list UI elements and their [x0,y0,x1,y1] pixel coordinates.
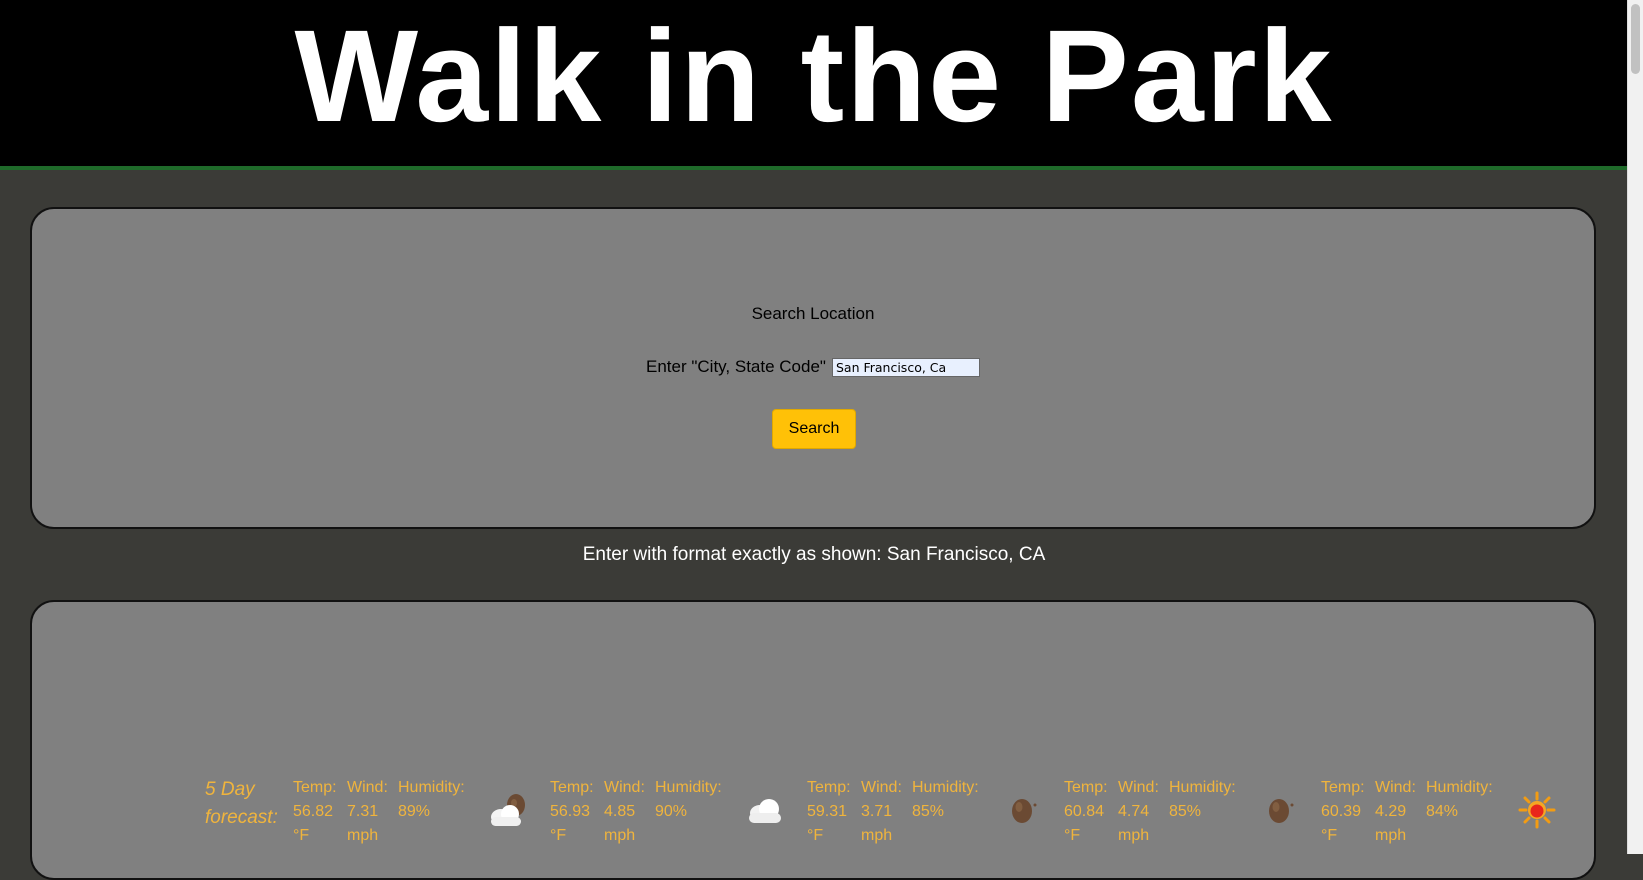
forecast-panel: 5 Day forecast: Temp: 56.82 °F Wind: 7.3… [30,600,1596,880]
temp-value: 59.31 °F [807,803,848,844]
scrollbar-thumb[interactable] [1631,4,1640,74]
wind-value: 4.74 mph [1118,803,1150,844]
humidity-key: Humidity: [655,779,722,796]
brown-orb-icon [1251,786,1309,834]
forecast-day: Temp: 59.31 °F Wind: 3.71 mph Humidity: … [807,776,1064,848]
temp-metric: Temp: 60.84 °F [1064,776,1108,848]
temp-key: Temp: [550,779,594,796]
brown-orb-icon [994,786,1052,834]
wind-value: 3.71 mph [861,803,893,844]
wind-metric: Wind: 4.29 mph [1375,776,1416,848]
temp-value: 56.82 °F [293,803,334,844]
humidity-key: Humidity: [398,779,465,796]
wind-value: 4.85 mph [604,803,636,844]
wind-value: 4.29 mph [1375,803,1407,844]
wind-metric: Wind: 4.85 mph [604,776,645,848]
humidity-metric: Humidity: 89% [398,776,470,824]
wind-key: Wind: [1118,779,1159,796]
wind-metric: Wind: 7.31 mph [347,776,388,848]
city-input-label: Enter "City, State Code" [646,357,826,376]
temp-metric: Temp: 56.93 °F [550,776,594,848]
temp-metric: Temp: 59.31 °F [807,776,851,848]
humidity-value: 85% [912,803,945,820]
wind-metric: Wind: 4.74 mph [1118,776,1159,848]
temp-value: 56.93 °F [550,803,591,844]
search-row: Enter "City, State Code" [32,357,1594,377]
city-input[interactable] [831,357,980,377]
temp-key: Temp: [1064,779,1108,796]
site-title: Walk in the Park [294,1,1334,149]
search-button[interactable]: Search [772,409,856,449]
humidity-key: Humidity: [912,779,979,796]
humidity-value: 84% [1426,803,1459,820]
forecast-row: 5 Day forecast: Temp: 56.82 °F Wind: 7.3… [205,776,1578,848]
humidity-value: 85% [1169,803,1202,820]
humidity-key: Humidity: [1169,779,1236,796]
temp-metric: Temp: 56.82 °F [293,776,337,848]
cloud-icon [737,786,795,834]
humidity-metric: Humidity: 90% [655,776,727,824]
forecast-day: Temp: 60.39 °F Wind: 4.29 mph Humidity: … [1321,776,1578,848]
wind-key: Wind: [1375,779,1416,796]
wind-metric: Wind: 3.71 mph [861,776,902,848]
temp-key: Temp: [1321,779,1365,796]
forecast-day: Temp: 60.84 °F Wind: 4.74 mph Humidity: … [1064,776,1321,848]
page: Walk in the Park Search Location Enter "… [0,0,1628,880]
forecast-day: Temp: 56.82 °F Wind: 7.31 mph Humidity: … [293,776,550,848]
humidity-value: 90% [655,803,688,820]
temp-value: 60.84 °F [1064,803,1105,844]
humidity-value: 89% [398,803,431,820]
humidity-key: Humidity: [1426,779,1493,796]
page-scrollbar[interactable] [1627,0,1643,854]
search-title: Search Location [751,304,875,323]
format-hint: Enter with format exactly as shown: San … [582,544,1046,565]
search-panel: Search Location Enter "City, State Code"… [30,207,1596,529]
sun-icon [1508,786,1566,834]
wind-value: 7.31 mph [347,803,379,844]
temp-value: 60.39 °F [1321,803,1362,844]
wind-key: Wind: [861,779,902,796]
temp-key: Temp: [807,779,851,796]
humidity-metric: Humidity: 85% [912,776,984,824]
wind-key: Wind: [604,779,645,796]
forecast-label: 5 Day forecast: [205,779,278,828]
temp-key: Temp: [293,779,337,796]
forecast-day: Temp: 56.93 °F Wind: 4.85 mph Humidity: … [550,776,807,848]
wind-key: Wind: [347,779,388,796]
humidity-metric: Humidity: 84% [1426,776,1498,824]
site-header: Walk in the Park [0,0,1628,170]
humidity-metric: Humidity: 85% [1169,776,1241,824]
temp-metric: Temp: 60.39 °F [1321,776,1365,848]
partly-cloudy-icon [480,786,538,834]
